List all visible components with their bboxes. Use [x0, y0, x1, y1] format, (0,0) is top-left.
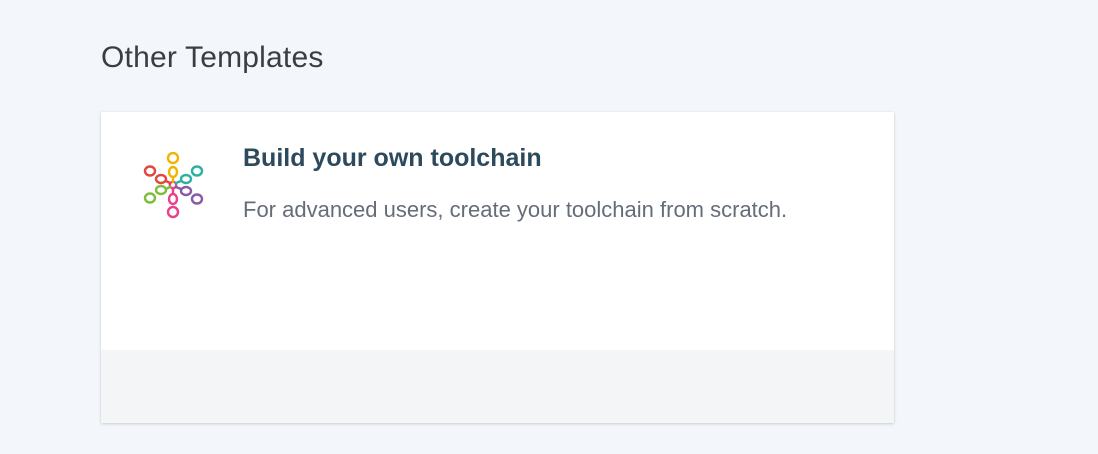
section-title: Other Templates	[101, 41, 324, 74]
template-card-build-your-own[interactable]: Build your own toolchain For advanced us…	[101, 112, 894, 423]
page: Other Templates Build your own toolchain…	[0, 0, 1098, 454]
card-description: For advanced users, create your toolchai…	[243, 197, 788, 222]
card-title: Build your own toolchain	[243, 144, 542, 172]
card-body: Build your own toolchain For advanced us…	[101, 112, 894, 350]
card-footer	[101, 350, 894, 423]
chain-links-logo-icon	[141, 151, 205, 220]
